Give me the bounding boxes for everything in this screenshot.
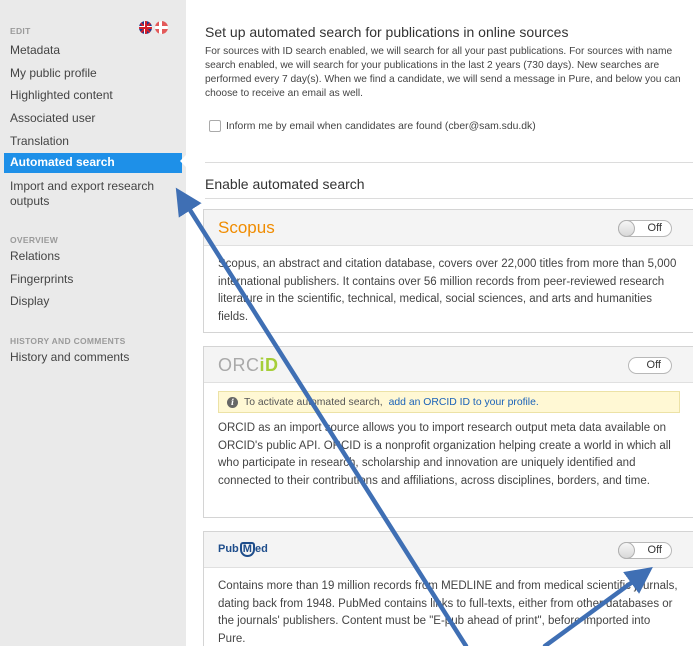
- language-switcher: [139, 21, 168, 34]
- toggle-label: Off: [647, 544, 662, 556]
- orcid-description: ORCID as an import source allows you to …: [218, 422, 671, 487]
- sidebar-item-fingerprints[interactable]: Fingerprints: [10, 272, 180, 287]
- sidebar-section-history: HISTORY AND COMMENTS: [10, 336, 126, 346]
- toggle-knob: [618, 542, 635, 559]
- pubmed-toggle[interactable]: Off: [618, 542, 672, 559]
- sidebar-item-public-profile[interactable]: My public profile: [10, 66, 180, 81]
- source-card-header: Pub Med Off: [204, 532, 693, 568]
- scopus-logo: Scopus: [218, 218, 275, 237]
- orcid-toggle[interactable]: Off: [628, 357, 672, 374]
- denmark-flag-icon[interactable]: [155, 21, 168, 34]
- add-orcid-link[interactable]: add an ORCID ID to your profile.: [389, 397, 539, 408]
- sidebar-item-highlighted-content[interactable]: Highlighted content: [10, 88, 180, 103]
- toggle-knob: [618, 220, 635, 237]
- sidebar-item-automated-search[interactable]: Automated search: [4, 153, 182, 173]
- setup-title: Set up automated search for publications…: [205, 24, 569, 40]
- email-checkbox-label: Inform me by email when candidates are f…: [226, 120, 536, 132]
- pubmed-logo: Pub Med: [218, 542, 268, 557]
- uk-flag-icon[interactable]: [139, 21, 152, 34]
- orcid-notice-text: To activate automated search,: [244, 396, 383, 408]
- enable-title: Enable automated search: [205, 176, 365, 192]
- source-card-scopus: Scopus Off Scopus, an abstract and citat…: [203, 209, 693, 333]
- toggle-label: Off: [646, 359, 661, 371]
- intro-text: For sources with ID search enabled, we w…: [205, 46, 681, 99]
- sidebar-section-overview: OVERVIEW: [10, 235, 59, 245]
- section-divider: [205, 198, 693, 199]
- info-icon: i: [227, 396, 238, 408]
- sidebar-item-import-export[interactable]: Import and export research outputs: [10, 179, 180, 209]
- main-content: Set up automated search for publications…: [194, 0, 693, 646]
- sidebar: EDIT Metadata My public profile Highligh…: [0, 0, 187, 646]
- source-card-header: Scopus Off: [204, 210, 693, 246]
- scopus-description: Scopus, an abstract and citation databas…: [218, 258, 677, 323]
- toggle-label: Off: [647, 222, 662, 234]
- sidebar-section-edit: EDIT: [10, 26, 31, 36]
- sidebar-item-display[interactable]: Display: [10, 294, 180, 309]
- email-checkbox[interactable]: [209, 120, 221, 132]
- orcid-notice: i To activate automated search, add an O…: [218, 391, 680, 413]
- source-card-orcid: ORCiD Off i To activate automated search…: [203, 346, 693, 518]
- active-item-indicator: [180, 154, 187, 168]
- sidebar-item-relations[interactable]: Relations: [10, 249, 180, 264]
- pubmed-description: Contains more than 19 million records fr…: [218, 580, 678, 645]
- scopus-toggle[interactable]: Off: [618, 220, 672, 237]
- section-divider: [205, 162, 693, 163]
- source-card-header: ORCiD Off: [204, 347, 693, 383]
- source-card-pubmed: Pub Med Off Contains more than 19 million…: [203, 531, 693, 646]
- email-notification-option[interactable]: Inform me by email when candidates are f…: [209, 120, 536, 132]
- orcid-logo: ORCiD: [218, 355, 279, 375]
- sidebar-item-translation[interactable]: Translation: [10, 134, 180, 149]
- sidebar-item-history-comments[interactable]: History and comments: [10, 350, 180, 365]
- sidebar-item-associated-user[interactable]: Associated user: [10, 111, 180, 126]
- sidebar-item-metadata[interactable]: Metadata: [10, 43, 180, 58]
